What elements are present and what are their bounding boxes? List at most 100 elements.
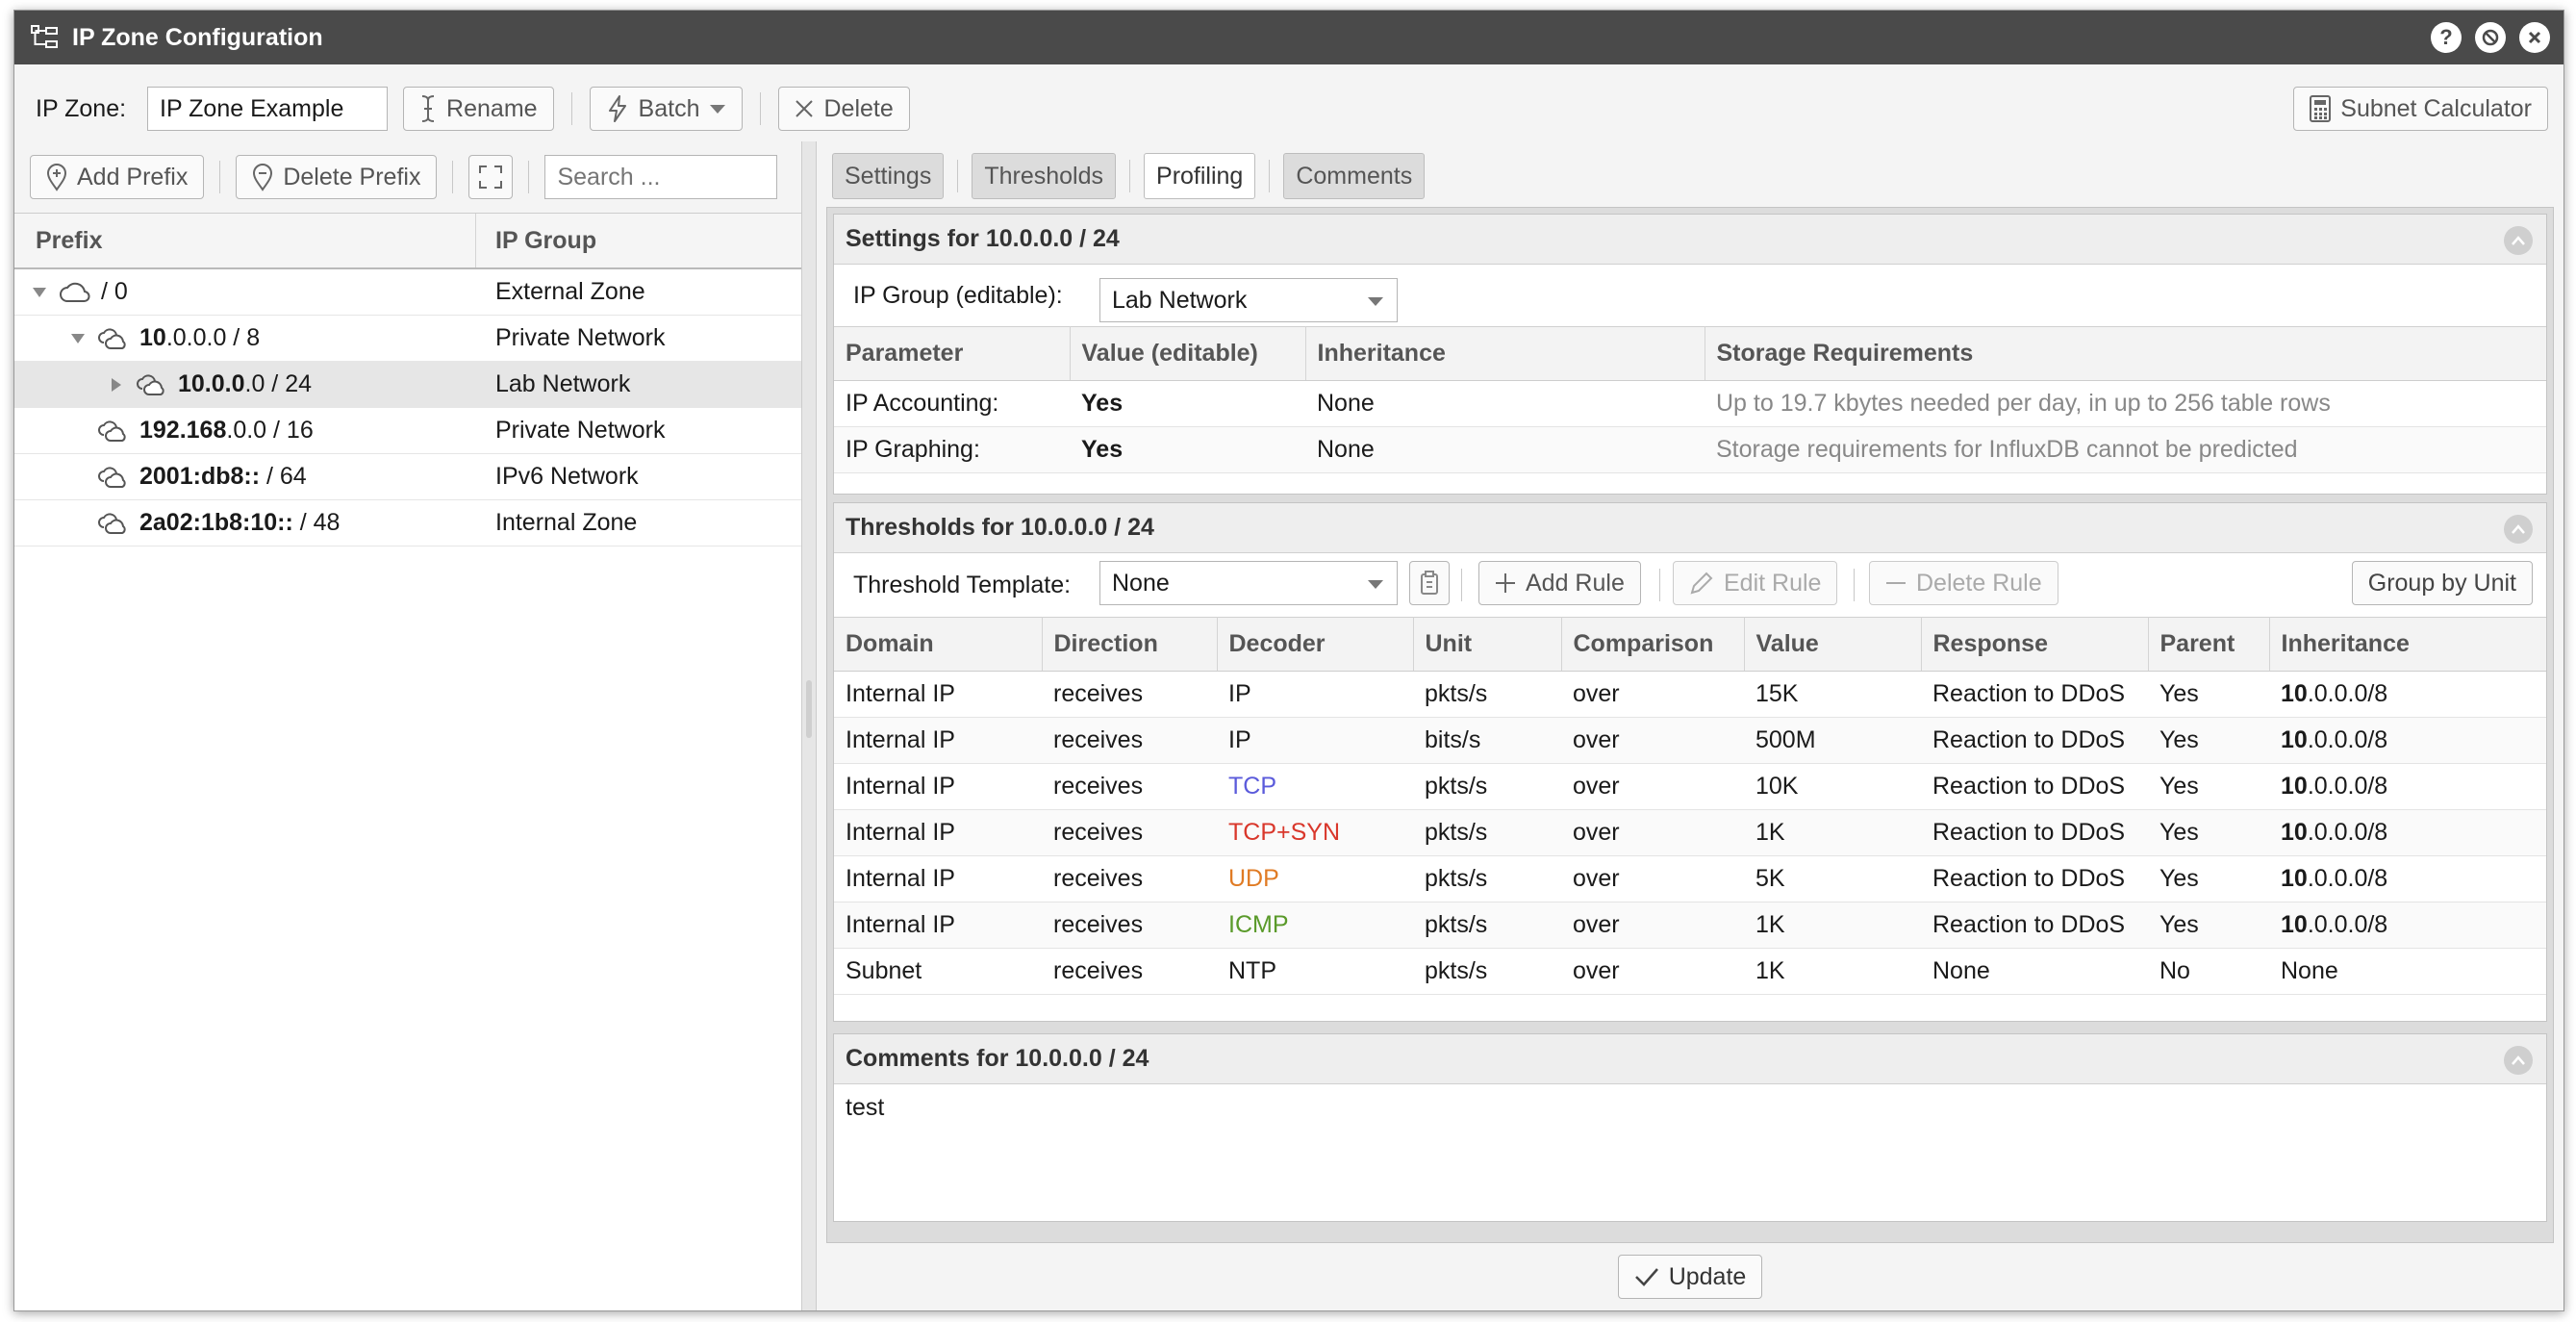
tree-row[interactable]: / 0 External Zone bbox=[14, 269, 801, 316]
rename-button[interactable]: Rename bbox=[403, 87, 554, 131]
tree-row[interactable]: 2001:db8:: / 64 IPv6 Network bbox=[14, 454, 801, 500]
domain-header[interactable]: Domain bbox=[834, 617, 1043, 672]
settings-row: IP Graphing: Yes None Storage requirements … bbox=[834, 426, 2546, 473]
expand-button[interactable] bbox=[468, 155, 514, 199]
close-icon[interactable] bbox=[2519, 22, 2550, 53]
value-cell: 15K bbox=[1744, 671, 1921, 718]
tab-settings[interactable]: Settings bbox=[832, 153, 945, 199]
threshold-row[interactable]: Internal IP receives UDP pkts/s over 5K Reacti… bbox=[834, 855, 2546, 903]
delete-zone-button[interactable]: Delete bbox=[778, 87, 910, 131]
settings-header: Settings for 10.0.0.0 / 24 bbox=[834, 215, 2546, 265]
threshold-row[interactable]: Internal IP receives IP bits/s over 500M React… bbox=[834, 717, 2546, 764]
ip-group-column-header[interactable]: IP Group bbox=[476, 227, 596, 255]
value-header[interactable]: Value (editable) bbox=[1070, 326, 1306, 381]
domain-cell: Internal IP bbox=[834, 763, 1042, 810]
tab-comments[interactable]: Comments bbox=[1283, 153, 1426, 199]
response-cell: Reaction to DDoS bbox=[1921, 717, 2148, 764]
expand-toggle-icon[interactable] bbox=[30, 287, 49, 298]
collapse-icon[interactable] bbox=[2504, 515, 2533, 544]
comparison-cell: over bbox=[1561, 717, 1744, 764]
threshold-row[interactable]: Internal IP receives ICMP pkts/s over 1K React… bbox=[834, 902, 2546, 949]
tree-row[interactable]: 10.0.0.0 / 24 Lab Network bbox=[14, 362, 801, 408]
minimize-icon[interactable] bbox=[2475, 22, 2506, 53]
add-prefix-button[interactable]: Add Prefix bbox=[30, 155, 205, 199]
edit-rule-button[interactable]: Edit Rule bbox=[1673, 561, 1838, 605]
threshold-inheritance-header[interactable]: Inheritance bbox=[2269, 617, 2546, 672]
comparison-header[interactable]: Comparison bbox=[1561, 617, 1745, 672]
comparison-cell: over bbox=[1561, 948, 1744, 995]
tree-row[interactable]: 192.168.0.0 / 16 Private Network bbox=[14, 408, 801, 454]
threshold-row[interactable]: Internal IP receives IP pkts/s over 15K Reacti… bbox=[834, 671, 2546, 718]
batch-button[interactable]: Batch bbox=[589, 87, 744, 131]
parent-cell: Yes bbox=[2148, 671, 2269, 718]
domain-cell: Internal IP bbox=[834, 902, 1042, 949]
update-button[interactable]: Update bbox=[1617, 1255, 1763, 1299]
comments-header: Comments for 10.0.0.0 / 24 bbox=[834, 1034, 2546, 1084]
direction-cell: receives bbox=[1042, 671, 1217, 718]
threshold-template-select[interactable]: None bbox=[1099, 561, 1398, 605]
delete-rule-button[interactable]: Delete Rule bbox=[1869, 561, 2058, 605]
direction-cell: receives bbox=[1042, 855, 1217, 903]
tab-profiling[interactable]: Profiling bbox=[1144, 153, 1256, 199]
ip-group-cell: Lab Network bbox=[495, 370, 631, 397]
response-cell: Reaction to DDoS bbox=[1921, 855, 2148, 903]
thresholds-toolbar: Threshold Template: None Add Rule Edit R… bbox=[834, 553, 2546, 617]
ip-zone-window: IP Zone Configuration ? IP Zone: IP Zone… bbox=[13, 10, 2564, 1311]
threshold-template-label: Threshold Template: bbox=[853, 571, 1072, 598]
response-header[interactable]: Response bbox=[1921, 617, 2149, 672]
inheritance-header[interactable]: Inheritance bbox=[1305, 326, 1705, 381]
subnet-calculator-button[interactable]: Subnet Calculator bbox=[2293, 87, 2548, 131]
value-cell[interactable]: Yes bbox=[1070, 380, 1305, 427]
batch-label: Batch bbox=[638, 94, 700, 122]
help-icon[interactable]: ? bbox=[2431, 22, 2462, 53]
ip-zone-input[interactable]: IP Zone Example bbox=[147, 87, 389, 131]
thresholds-section: Thresholds for 10.0.0.0 / 24 Threshold T… bbox=[833, 502, 2547, 1022]
add-rule-button[interactable]: Add Rule bbox=[1478, 561, 1641, 605]
decoder-header[interactable]: Decoder bbox=[1217, 617, 1414, 672]
tree-row[interactable]: 10.0.0.0 / 8 Private Network bbox=[14, 316, 801, 362]
group-by-unit-button[interactable]: Group by Unit bbox=[2351, 561, 2533, 605]
subnet-calculator-label: Subnet Calculator bbox=[2340, 94, 2532, 122]
prefix-label: 192.168.0.0 / 16 bbox=[139, 417, 314, 444]
comments-textarea[interactable]: test bbox=[834, 1084, 2546, 1219]
expand-icon bbox=[479, 165, 503, 189]
edit-rule-label: Edit Rule bbox=[1724, 569, 1822, 597]
tree-row[interactable]: 2a02:1b8:10:: / 48 Internal Zone bbox=[14, 500, 801, 547]
storage-header[interactable]: Storage Requirements bbox=[1705, 326, 2546, 381]
delete-prefix-button[interactable]: Delete Prefix bbox=[236, 155, 438, 199]
tab-thresholds[interactable]: Thresholds bbox=[972, 153, 1117, 199]
multi-cloud-icon bbox=[97, 512, 130, 535]
tree-header: Prefix IP Group bbox=[14, 214, 801, 269]
prefix-column-header[interactable]: Prefix bbox=[14, 214, 476, 267]
domain-cell: Internal IP bbox=[834, 671, 1042, 718]
prefix-tree: Prefix IP Group / 0 External Zone 10.0.0.0… bbox=[14, 213, 801, 1310]
cloud-icon bbox=[59, 281, 91, 304]
decoder-cell: UDP bbox=[1217, 855, 1413, 903]
value-cell[interactable]: Yes bbox=[1070, 426, 1305, 473]
ip-group-select[interactable]: Lab Network bbox=[1099, 278, 1398, 322]
parameter-header[interactable]: Parameter bbox=[834, 326, 1071, 381]
threshold-row[interactable]: Subnet receives NTP pkts/s over 1K None No None bbox=[834, 948, 2546, 995]
value-column-header[interactable]: Value bbox=[1744, 617, 1922, 672]
collapse-toggle-icon[interactable] bbox=[107, 377, 126, 393]
value-cell: 1K bbox=[1744, 902, 1921, 949]
clipboard-button[interactable] bbox=[1409, 561, 1450, 605]
collapse-icon[interactable] bbox=[2504, 1046, 2533, 1075]
decoder-cell: IP bbox=[1217, 717, 1413, 764]
multi-cloud-icon bbox=[97, 466, 130, 489]
plus-icon bbox=[1496, 573, 1515, 593]
threshold-row[interactable]: Internal IP receives TCP pkts/s over 10K React… bbox=[834, 763, 2546, 810]
threshold-template-value: None bbox=[1112, 569, 1170, 597]
panel-splitter[interactable] bbox=[801, 141, 817, 1310]
collapse-icon[interactable] bbox=[2504, 226, 2533, 255]
direction-cell: receives bbox=[1042, 902, 1217, 949]
expand-toggle-icon[interactable] bbox=[68, 333, 88, 344]
rename-label: Rename bbox=[446, 94, 538, 122]
parent-cell: Yes bbox=[2148, 902, 2269, 949]
threshold-row[interactable]: Internal IP receives TCP+SYN pkts/s over 1K Re… bbox=[834, 809, 2546, 856]
parent-header[interactable]: Parent bbox=[2148, 617, 2270, 672]
direction-header[interactable]: Direction bbox=[1042, 617, 1218, 672]
unit-cell: pkts/s bbox=[1413, 763, 1561, 810]
unit-header[interactable]: Unit bbox=[1413, 617, 1562, 672]
search-input[interactable] bbox=[544, 155, 778, 199]
